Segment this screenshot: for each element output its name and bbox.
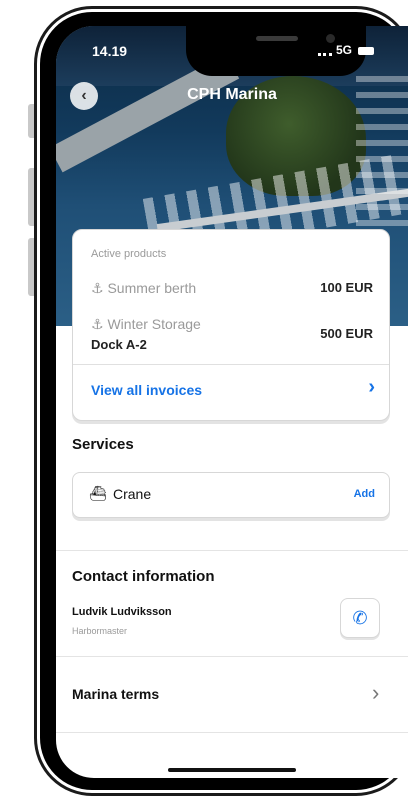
phone-icon: ✆: [352, 607, 368, 628]
battery-icon: [358, 46, 375, 55]
contact-role: Harbormaster: [72, 626, 128, 636]
service-name: Crane: [113, 486, 152, 502]
contact-title: Contact information: [72, 568, 215, 585]
active-products-heading: Active products: [91, 248, 167, 260]
product-row[interactable]: ⚓︎ Summer berth 100 EUR: [91, 280, 373, 297]
product-label: Summer berth: [107, 280, 197, 296]
berth-icon: ⚓︎: [91, 280, 104, 296]
contact-name: Ludvik Ludviksson: [72, 606, 172, 618]
product-price: 100 EUR: [320, 280, 373, 295]
service-item-crane[interactable]: ⛴ Crane Add: [72, 472, 390, 518]
marina-terms-link[interactable]: Marina terms: [72, 686, 159, 702]
services-title: Services: [72, 436, 134, 453]
product-label: Winter Storage: [107, 316, 201, 332]
chevron-right-icon[interactable]: ›: [372, 680, 379, 706]
add-service-button[interactable]: Add: [354, 488, 375, 500]
active-products-card: Active products ⚓︎ Summer berth 100 EUR …: [72, 229, 390, 421]
home-indicator: [168, 768, 296, 772]
chevron-right-icon[interactable]: ›: [368, 376, 375, 399]
card-divider: [73, 364, 389, 365]
status-time: 14.19: [92, 43, 128, 59]
product-price: 500 EUR: [320, 326, 373, 341]
anchor-icon: ⚓: [91, 316, 104, 332]
product-row[interactable]: ⚓ Winter Storage Dock A-2 500 EUR: [91, 316, 373, 352]
call-button[interactable]: ✆: [340, 598, 380, 638]
network-label: 5G: [336, 43, 353, 57]
section-divider: [56, 732, 408, 733]
phone-screen: 14.19 5G ‹ CPH Marina Active products ⚓︎…: [56, 26, 408, 778]
page-title: CPH Marina: [187, 86, 277, 103]
section-divider: [56, 656, 408, 657]
signal-icon: [318, 45, 332, 57]
crane-icon: ⛴: [89, 485, 107, 501]
status-indicators: 5G: [318, 43, 375, 57]
section-divider: [56, 550, 408, 551]
view-all-invoices-link[interactable]: View all invoices: [91, 382, 202, 398]
